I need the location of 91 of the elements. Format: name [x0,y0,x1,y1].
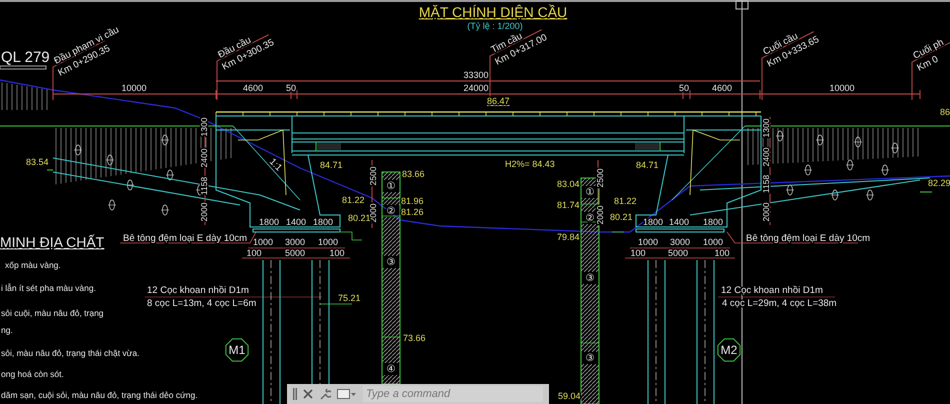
dimension-label: 3000 [670,237,690,247]
layer-number: ① [386,181,396,192]
dimension-label: 1800 [642,217,664,227]
dimension-label: 100 [630,248,646,258]
legend-line: i lẫn ít sét pha màu vàng. [1,283,96,293]
dimension-label: 1300 [761,118,771,138]
elevation-label: 59.04 [558,391,581,401]
elevation-label: 82.29 [928,178,950,188]
elevation-label: 84.71 [636,160,659,170]
dimension-label: 2500 [368,166,378,186]
road-label-underline [0,66,46,70]
legend-line: sỏi, màu nâu đỏ, trạng thái chặt vừa. [1,348,140,358]
dimension-label: 1800 [702,217,724,227]
dimension-label: 24000 [463,83,489,93]
legend-line: sỏi cuội, màu nâu đỏ, trạng [1,308,104,318]
pier-label: M1 [228,343,246,357]
note-text: Bê tông đệm loại E dày 10cm [746,233,870,244]
elevation-label: 73.66 [403,333,426,343]
command-input[interactable]: Type a command [366,388,540,400]
dimension-label: 2500 [595,168,605,188]
dimension-label: 5000 [668,248,688,258]
elevation-label: 81.96 [401,196,424,206]
dimension-label: 1158 [761,174,771,194]
legend-line: dăm sạn, cuội sỏi, màu nâu đỏ, trạng thái dẻo cứng. [1,390,198,400]
elevation-label: 83.54 [26,157,49,167]
dimension-label: 2000 [199,202,209,222]
dimension-label: 1000 [318,237,338,247]
elevation-label: 84.71 [320,160,343,170]
elevation-label: 81.74 [557,200,580,210]
dimension-label: 1000 [702,237,724,247]
dimension-label: 1000 [638,237,658,247]
grip-icon[interactable] [293,387,297,401]
dimension-label: 2400 [199,148,209,168]
dimension-label: 2000 [761,202,771,222]
dimension-label: 10000 [829,83,855,93]
pier-label: M2 [720,343,738,357]
dimension-label: 1400 [286,217,306,227]
note-text: 1:1 [266,156,284,174]
note-text: 8 cọc L=13m, 4 cọc L=6m [147,298,256,309]
scale-note: (Tỷ lệ : 1/200) [467,21,523,31]
wrench-icon[interactable] [319,388,331,400]
elevation-label: H2%= 84.43 [505,159,555,169]
elevation-label: 81.22 [614,196,637,206]
dimension-label: 50 [286,83,296,93]
dimension-label: 1158 [199,176,209,196]
elevation-label: 86.47 [487,96,510,106]
legend-line: ong hoá còn sót. [1,369,64,379]
dimension-label: 4600 [242,83,264,93]
legend-title: MINH ĐỊA CHẤT [0,234,104,250]
dimension-label: 1400 [668,217,690,227]
close-icon[interactable] [303,389,313,399]
dimension-label: 1800 [258,217,280,227]
elevation-label: 80.21 [348,213,371,223]
road-label: QL 279 [1,49,50,66]
dimension-label: 33300 [463,70,489,80]
dimension-label: 3000 [284,237,306,247]
layer-number: ④ [386,364,396,375]
dimension-label: 1800 [312,217,334,227]
layer-number: ② [586,213,594,224]
elevation-label: 81.22 [342,195,365,205]
console-icon[interactable] [337,388,357,400]
dimension-label: 4600 [712,83,732,93]
dimension-label: 1300 [199,118,209,136]
dimension-label: 50 [679,83,689,93]
dimension-label: 10000 [121,83,147,93]
pier-marker [717,338,741,362]
layer-number: ③ [586,273,594,284]
note-text: Bê tông đệm loại E dày 10cm [123,233,248,244]
elevation-label: 83.04 [557,179,580,189]
layer-number: ③ [586,353,594,364]
elevation-label: 86 [940,107,950,117]
dimension-label: 2000 [595,206,605,224]
layer-number: ① [586,187,594,198]
command-field[interactable]: Type a command [363,386,543,402]
layer-number: ③ [386,257,396,268]
note-text: 12 Cọc khoan nhồi D1m [147,285,249,296]
drawing-title: MẶT CHÍNH DIỆN CẦU [418,4,568,20]
dimension-label: 100 [714,248,730,258]
elevation-label: 83.66 [402,169,425,179]
dimension-label: 5000 [284,248,306,258]
pier-marker [225,338,249,362]
dimension-label: 2400 [761,148,771,166]
legend-line: xốp màu vàng. [5,260,61,270]
elevation-label: 80.21 [610,212,633,222]
dimension-label: 1000 [252,237,274,247]
legend-line: ng. [1,325,13,335]
elevation-label: 79.84 [557,232,580,242]
elevation-label: 81.26 [401,207,424,217]
elevation-label: 75.21 [338,293,361,303]
dimension-label: 100 [246,248,262,258]
dimension-label: 100 [329,248,345,258]
